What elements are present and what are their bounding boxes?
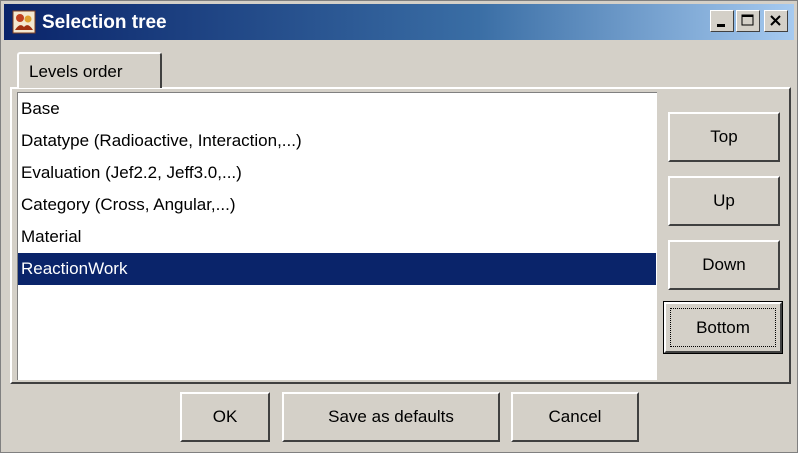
window-title: Selection tree	[42, 12, 167, 33]
title-bar[interactable]: Selection tree	[4, 4, 794, 40]
ok-button[interactable]: OK	[180, 392, 270, 442]
minimize-button[interactable]	[710, 10, 734, 32]
bottom-button[interactable]: Bottom	[663, 301, 783, 354]
cancel-button[interactable]: Cancel	[511, 392, 639, 442]
tab-label: Levels order	[29, 62, 123, 81]
close-button[interactable]	[764, 10, 788, 32]
selection-tree-window: Selection tree Levels order Base Datatyp…	[0, 0, 798, 453]
list-item[interactable]: Material	[18, 221, 656, 253]
levels-list[interactable]: Base Datatype (Radioactive, Interaction,…	[17, 92, 657, 380]
maximize-icon	[741, 14, 754, 26]
minimize-icon	[717, 24, 725, 27]
close-icon	[770, 15, 781, 26]
tab-levels-order[interactable]: Levels order	[17, 52, 162, 88]
top-button[interactable]: Top	[668, 112, 780, 162]
app-icon	[12, 10, 36, 34]
list-item[interactable]: Datatype (Radioactive, Interaction,...)	[18, 125, 656, 157]
save-as-defaults-button[interactable]: Save as defaults	[282, 392, 500, 442]
up-button[interactable]: Up	[668, 176, 780, 226]
list-item-selected[interactable]: ReactionWork	[18, 253, 656, 285]
list-item[interactable]: Base	[18, 93, 656, 125]
list-item[interactable]: Evaluation (Jef2.2, Jeff3.0,...)	[18, 157, 656, 189]
list-item[interactable]: Category (Cross, Angular,...)	[18, 189, 656, 221]
down-button[interactable]: Down	[668, 240, 780, 290]
maximize-button[interactable]	[736, 10, 760, 32]
